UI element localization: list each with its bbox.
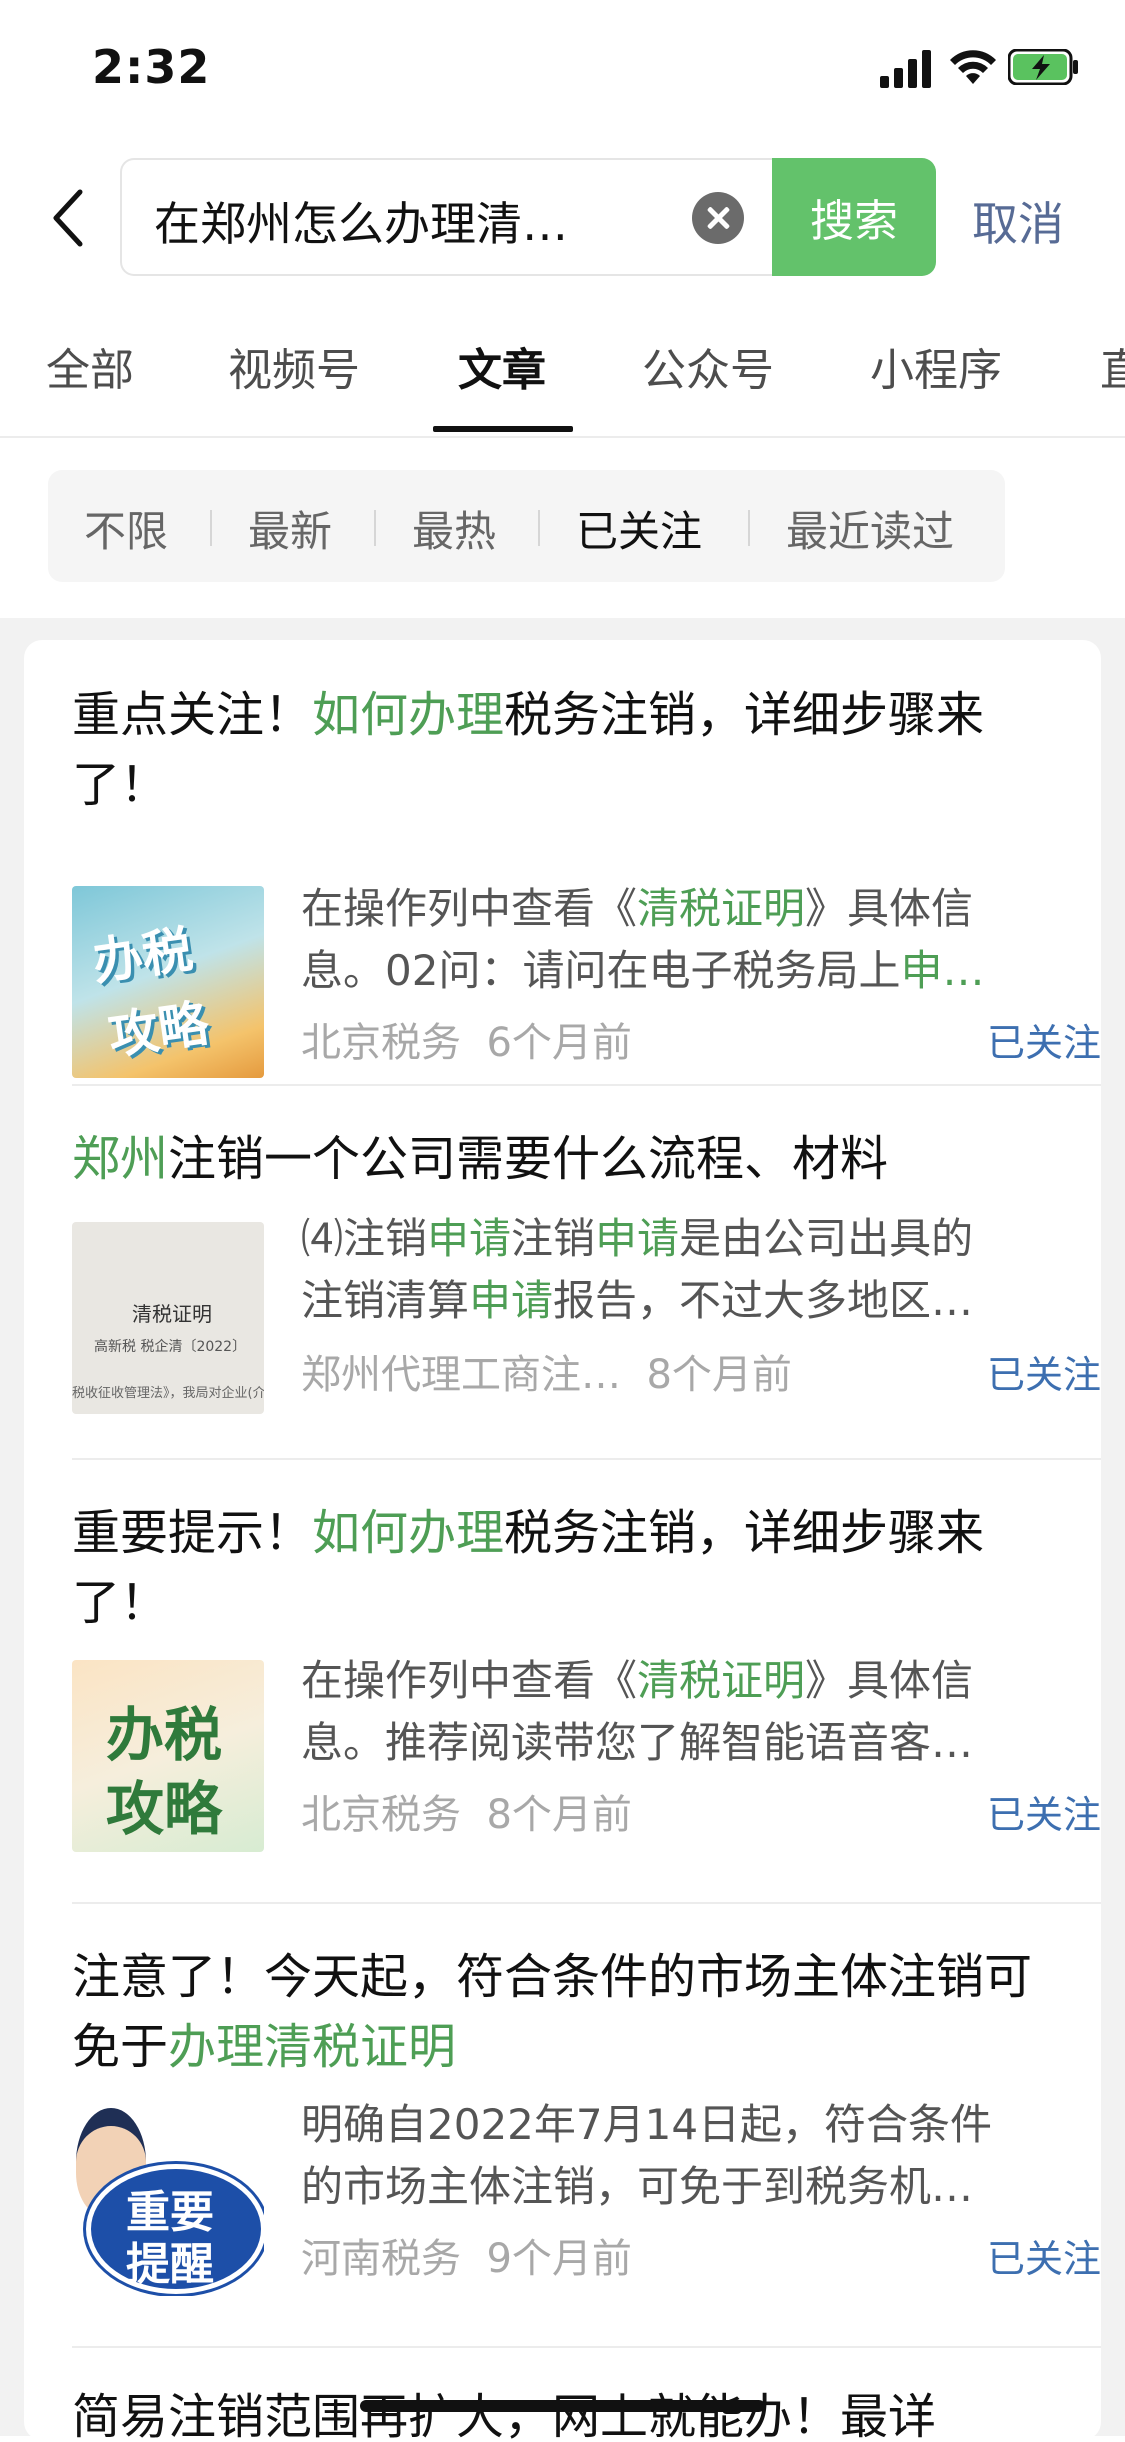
search-button[interactable]: 搜索 xyxy=(772,158,936,276)
thumbnail-text: 办税 xyxy=(106,1701,223,1769)
result-divider xyxy=(72,1902,1101,1904)
result-item[interactable]: 注意了！今天起，符合条件的市场主体注销可免于办理清税证明 重要 提醒 明确自20… xyxy=(48,1942,1101,2342)
result-snippet: 在操作列中查看《清税证明》具体信 息。推荐阅读带您了解智能语音客… xyxy=(301,1656,974,1767)
result-source[interactable]: 郑州代理工商注… xyxy=(301,1352,621,1398)
result-time: 9个月前 xyxy=(486,2236,632,2282)
result-source[interactable]: 北京税务 xyxy=(301,1020,461,1066)
battery-charging-icon xyxy=(1008,49,1078,85)
result-snippet: 在操作列中查看《清税证明》具体信 息。02问：请问在电子税务局上申… xyxy=(301,884,985,995)
thumbnail-text: 税收征收管理法》，我局对企业(介 xyxy=(72,1386,264,1401)
filter-any[interactable]: 不限 xyxy=(84,498,168,559)
filter-followed[interactable]: 已关注 xyxy=(576,498,702,559)
thumbnail-text: 办税 xyxy=(89,920,197,992)
wifi-icon xyxy=(950,50,996,84)
tab-articles[interactable]: 文章 xyxy=(458,334,546,398)
tab-official-accounts[interactable]: 公众号 xyxy=(642,334,774,398)
result-meta: 河南税务 9个月前 xyxy=(301,2226,632,2284)
thumbnail-text: 攻略 xyxy=(106,1775,223,1843)
result-item[interactable]: 简易注销范围再扩大，网上就能办！最详 xyxy=(48,2382,1101,2442)
tab-all[interactable]: 全部 xyxy=(46,334,134,398)
followed-badge: 已关注 xyxy=(986,1021,1101,1065)
search-bar-row: 在郑州怎么办理清… 搜索 取消 xyxy=(0,150,1125,280)
result-divider xyxy=(72,1084,1101,1086)
status-bar: 2:32 xyxy=(0,0,1125,140)
result-meta: 北京税务 8个月前 xyxy=(301,1782,632,1840)
result-divider xyxy=(72,1458,1101,1460)
search-query-text[interactable]: 在郑州怎么办理清… xyxy=(154,188,604,254)
result-source[interactable]: 河南税务 xyxy=(301,2236,461,2282)
followed-badge: 已关注 xyxy=(986,1793,1101,1837)
result-item[interactable]: 重点关注！如何办理税务注销，详细步骤来了！ 办税 攻略 在操作列中查看《清税证明… xyxy=(48,680,1101,1080)
thumbnail-text: 清税证明 xyxy=(132,1302,212,1326)
filter-newest[interactable]: 最新 xyxy=(248,498,332,559)
clear-search-icon[interactable] xyxy=(692,192,744,244)
home-indicator[interactable] xyxy=(360,2400,765,2412)
cancel-button[interactable]: 取消 xyxy=(972,188,1064,254)
tab-mini-programs[interactable]: 小程序 xyxy=(870,334,1002,398)
result-title[interactable]: 郑州注销一个公司需要什么流程、材料 xyxy=(72,1124,1072,1194)
active-tab-indicator xyxy=(433,426,573,432)
result-meta: 郑州代理工商注… 8个月前 xyxy=(301,1342,792,1400)
filter-divider xyxy=(210,510,212,546)
filter-divider xyxy=(374,510,376,546)
thumbnail-text: 提醒 xyxy=(126,2239,214,2290)
result-title[interactable]: 重要提示！如何办理税务注销，详细步骤来了！ xyxy=(72,1498,1072,1638)
result-title[interactable]: 注意了！今天起，符合条件的市场主体注销可免于办理清税证明 xyxy=(72,1942,1072,2082)
filter-recently-read[interactable]: 最近读过 xyxy=(786,498,954,559)
back-arrow-icon[interactable] xyxy=(48,188,88,248)
results-card: 重点关注！如何办理税务注销，详细步骤来了！ 办税 攻略 在操作列中查看《清税证明… xyxy=(24,640,1101,2442)
category-tabs: 全部 视频号 文章 公众号 小程序 直 xyxy=(0,320,1125,438)
followed-badge: 已关注 xyxy=(986,2237,1101,2281)
result-snippet: ⑷注销申请注销申请是由公司出具的 注销清算申请报告，不过大多地区… xyxy=(301,1214,974,1325)
search-input[interactable]: 在郑州怎么办理清… xyxy=(120,158,772,276)
result-title[interactable]: 简易注销范围再扩大，网上就能办！最详 xyxy=(72,2382,1072,2442)
result-thumbnail[interactable]: 重要 提醒 xyxy=(72,2104,264,2296)
result-title[interactable]: 重点关注！如何办理税务注销，详细步骤来了！ xyxy=(72,680,1072,820)
followed-badge: 已关注 xyxy=(986,1353,1101,1397)
thumbnail-text: 攻略 xyxy=(105,994,213,1066)
thumbnail-text: 高新税 税企清〔2022〕 xyxy=(94,1339,247,1355)
status-time: 2:32 xyxy=(92,40,211,94)
result-time: 8个月前 xyxy=(486,1792,632,1838)
result-thumbnail[interactable]: 清税证明 高新税 税企清〔2022〕 税收征收管理法》，我局对企业(介 xyxy=(72,1222,264,1414)
result-source[interactable]: 北京税务 xyxy=(301,1792,461,1838)
result-item[interactable]: 重要提示！如何办理税务注销，详细步骤来了！ 办税 攻略 在操作列中查看《清税证明… xyxy=(48,1498,1101,1898)
filter-divider xyxy=(748,510,750,546)
tab-channels[interactable]: 视频号 xyxy=(228,334,360,398)
tab-live[interactable]: 直 xyxy=(1100,334,1125,398)
result-snippet: 明确自2022年7月14日起，符合条件 的市场主体注销，可免于到税务机… xyxy=(301,2100,993,2211)
result-meta: 北京税务 6个月前 xyxy=(301,1010,632,1068)
result-time: 8个月前 xyxy=(646,1352,792,1398)
result-divider xyxy=(72,2346,1101,2348)
result-time: 6个月前 xyxy=(486,1020,632,1066)
filter-hottest[interactable]: 最热 xyxy=(412,498,496,559)
result-thumbnail[interactable]: 办税 攻略 xyxy=(72,886,264,1078)
result-thumbnail[interactable]: 办税 攻略 xyxy=(72,1660,264,1852)
result-item[interactable]: 郑州注销一个公司需要什么流程、材料 清税证明 高新税 税企清〔2022〕 税收征… xyxy=(48,1124,1101,1444)
filter-bar: 不限 最新 最热 已关注 最近读过 xyxy=(48,470,1005,582)
filter-divider xyxy=(538,510,540,546)
cellular-signal-icon xyxy=(880,50,931,88)
